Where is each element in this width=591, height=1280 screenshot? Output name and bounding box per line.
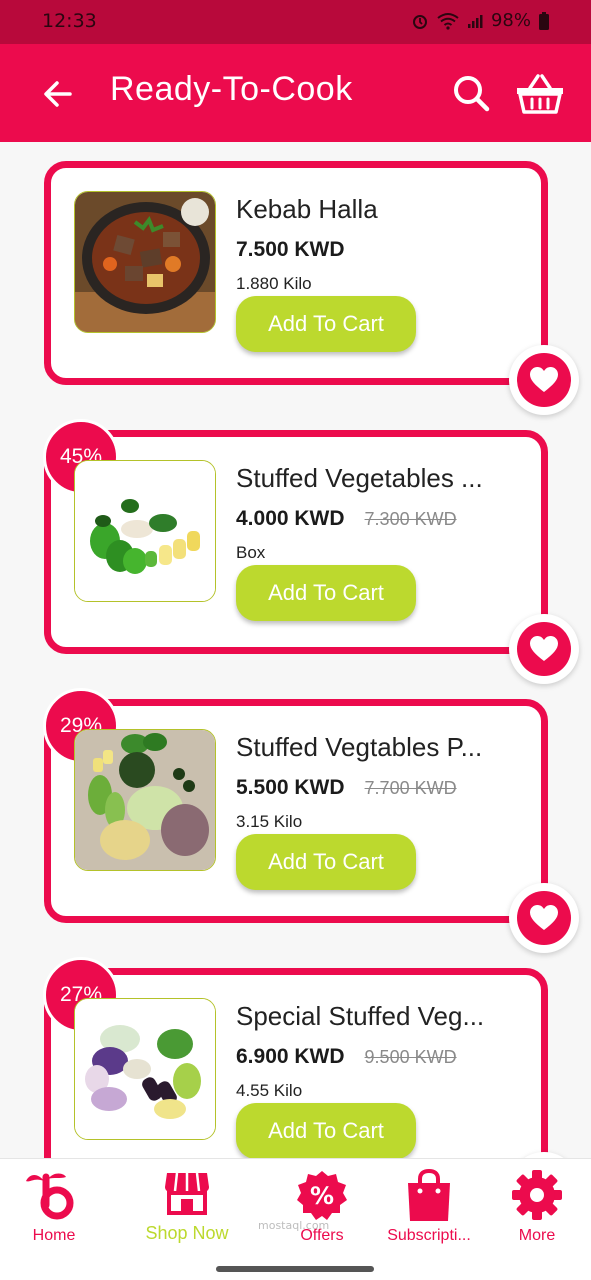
add-to-cart-button[interactable]: Add To Cart: [236, 1103, 416, 1158]
heart-icon: [530, 905, 558, 930]
heart-icon: [530, 367, 558, 392]
nav-label-home: Home: [32, 1227, 76, 1244]
app-bar: Ready-To-Cook: [0, 44, 591, 142]
product-card[interactable]: 29% Stuffed Vegtables P... 5.500 KWD 7.7…: [43, 688, 579, 953]
heart-icon: [530, 636, 558, 661]
product-list[interactable]: Kebab Halla 7.500 KWD 1.880 Kilo Add To …: [0, 142, 591, 1158]
status-bar: 12:33 98%: [0, 0, 591, 44]
back-button[interactable]: [38, 74, 78, 114]
price-row: 4.000 KWD 7.300 KWD: [236, 507, 457, 531]
product-image: [74, 191, 216, 333]
home-gesture-bar[interactable]: [216, 1266, 374, 1272]
shopping-bag-icon: [408, 1169, 450, 1221]
nav-item-home[interactable]: Home: [0, 1159, 113, 1259]
product-old-price: 7.300 KWD: [364, 509, 457, 529]
gesture-area: [0, 1258, 591, 1280]
nav-item-offers[interactable]: % Offers: [263, 1159, 381, 1259]
price-row: 7.500 KWD: [236, 238, 345, 262]
nav-label-shop-now: Shop Now: [145, 1223, 229, 1243]
svg-text:%: %: [310, 1182, 334, 1210]
watermark: mostaql.com: [258, 1219, 330, 1232]
bottom-nav: Home Shop Now % Offers Subscripti... Mor…: [0, 1158, 591, 1258]
battery-icon: [539, 11, 549, 30]
product-name[interactable]: Stuffed Vegetables ...: [236, 463, 526, 494]
product-image: [74, 460, 216, 602]
product-price: 5.500 KWD: [236, 776, 345, 799]
nav-item-shop-now[interactable]: Shop Now: [128, 1159, 246, 1259]
wifi-icon: [437, 12, 459, 30]
product-card[interactable]: 27% Special Stuffed Veg... 6.900 KWD 9.5…: [43, 957, 579, 1158]
arrow-left-icon: [44, 81, 72, 107]
product-unit: Box: [236, 543, 266, 562]
favorite-badge: [517, 622, 571, 676]
percent-badge-icon: %: [297, 1171, 347, 1220]
nav-label-subscriptions: Subscripti...: [387, 1227, 471, 1244]
favorite-button[interactable]: [509, 883, 579, 953]
add-to-cart-button[interactable]: Add To Cart: [236, 834, 416, 890]
battery-percent: 98%: [490, 10, 531, 31]
store-icon: [165, 1172, 209, 1215]
favorite-badge: [517, 891, 571, 945]
product-card[interactable]: Kebab Halla 7.500 KWD 1.880 Kilo Add To …: [44, 161, 579, 415]
product-card[interactable]: 45% Stuffed Vegetables ... 4.000 KWD 7.3…: [43, 419, 579, 684]
add-to-cart-button[interactable]: Add To Cart: [236, 565, 416, 621]
favorite-button[interactable]: [509, 614, 579, 684]
product-price: 7.500 KWD: [236, 238, 345, 261]
favorite-badge: [517, 353, 571, 407]
status-icons: 98%: [411, 10, 549, 31]
product-unit: 4.55 Kilo: [236, 1081, 303, 1100]
signal-icon: [467, 13, 483, 29]
product-old-price: 7.700 KWD: [364, 778, 457, 798]
product-image: [74, 729, 216, 871]
favorite-button[interactable]: [509, 345, 579, 415]
nav-label-more: More: [518, 1227, 556, 1244]
product-price: 6.900 KWD: [236, 1045, 345, 1068]
nav-item-more[interactable]: More: [478, 1159, 591, 1259]
nav-item-subscriptions[interactable]: Subscripti...: [370, 1159, 488, 1259]
gear-icon: [512, 1170, 562, 1220]
product-name[interactable]: Kebab Halla: [236, 194, 526, 225]
product-old-price: 9.500 KWD: [364, 1047, 457, 1067]
page-title: Ready-To-Cook: [110, 70, 353, 108]
basket-icon: [517, 74, 563, 114]
product-image: [74, 998, 216, 1140]
price-row: 6.900 KWD 9.500 KWD: [236, 1045, 457, 1069]
status-time: 12:33: [42, 10, 97, 32]
product-unit: 3.15 Kilo: [236, 812, 303, 831]
product-unit: 1.880 Kilo: [236, 274, 312, 293]
product-name[interactable]: Special Stuffed Veg...: [236, 1001, 526, 1032]
add-to-cart-button[interactable]: Add To Cart: [236, 296, 416, 352]
cart-button[interactable]: [514, 72, 566, 116]
price-row: 5.500 KWD 7.700 KWD: [236, 776, 457, 800]
product-price: 4.000 KWD: [236, 507, 345, 530]
home-logo-icon: [26, 1173, 74, 1220]
search-button[interactable]: [450, 72, 492, 114]
alarm-icon: [411, 12, 429, 30]
search-icon: [454, 76, 490, 112]
product-name[interactable]: Stuffed Vegtables P...: [236, 732, 526, 763]
